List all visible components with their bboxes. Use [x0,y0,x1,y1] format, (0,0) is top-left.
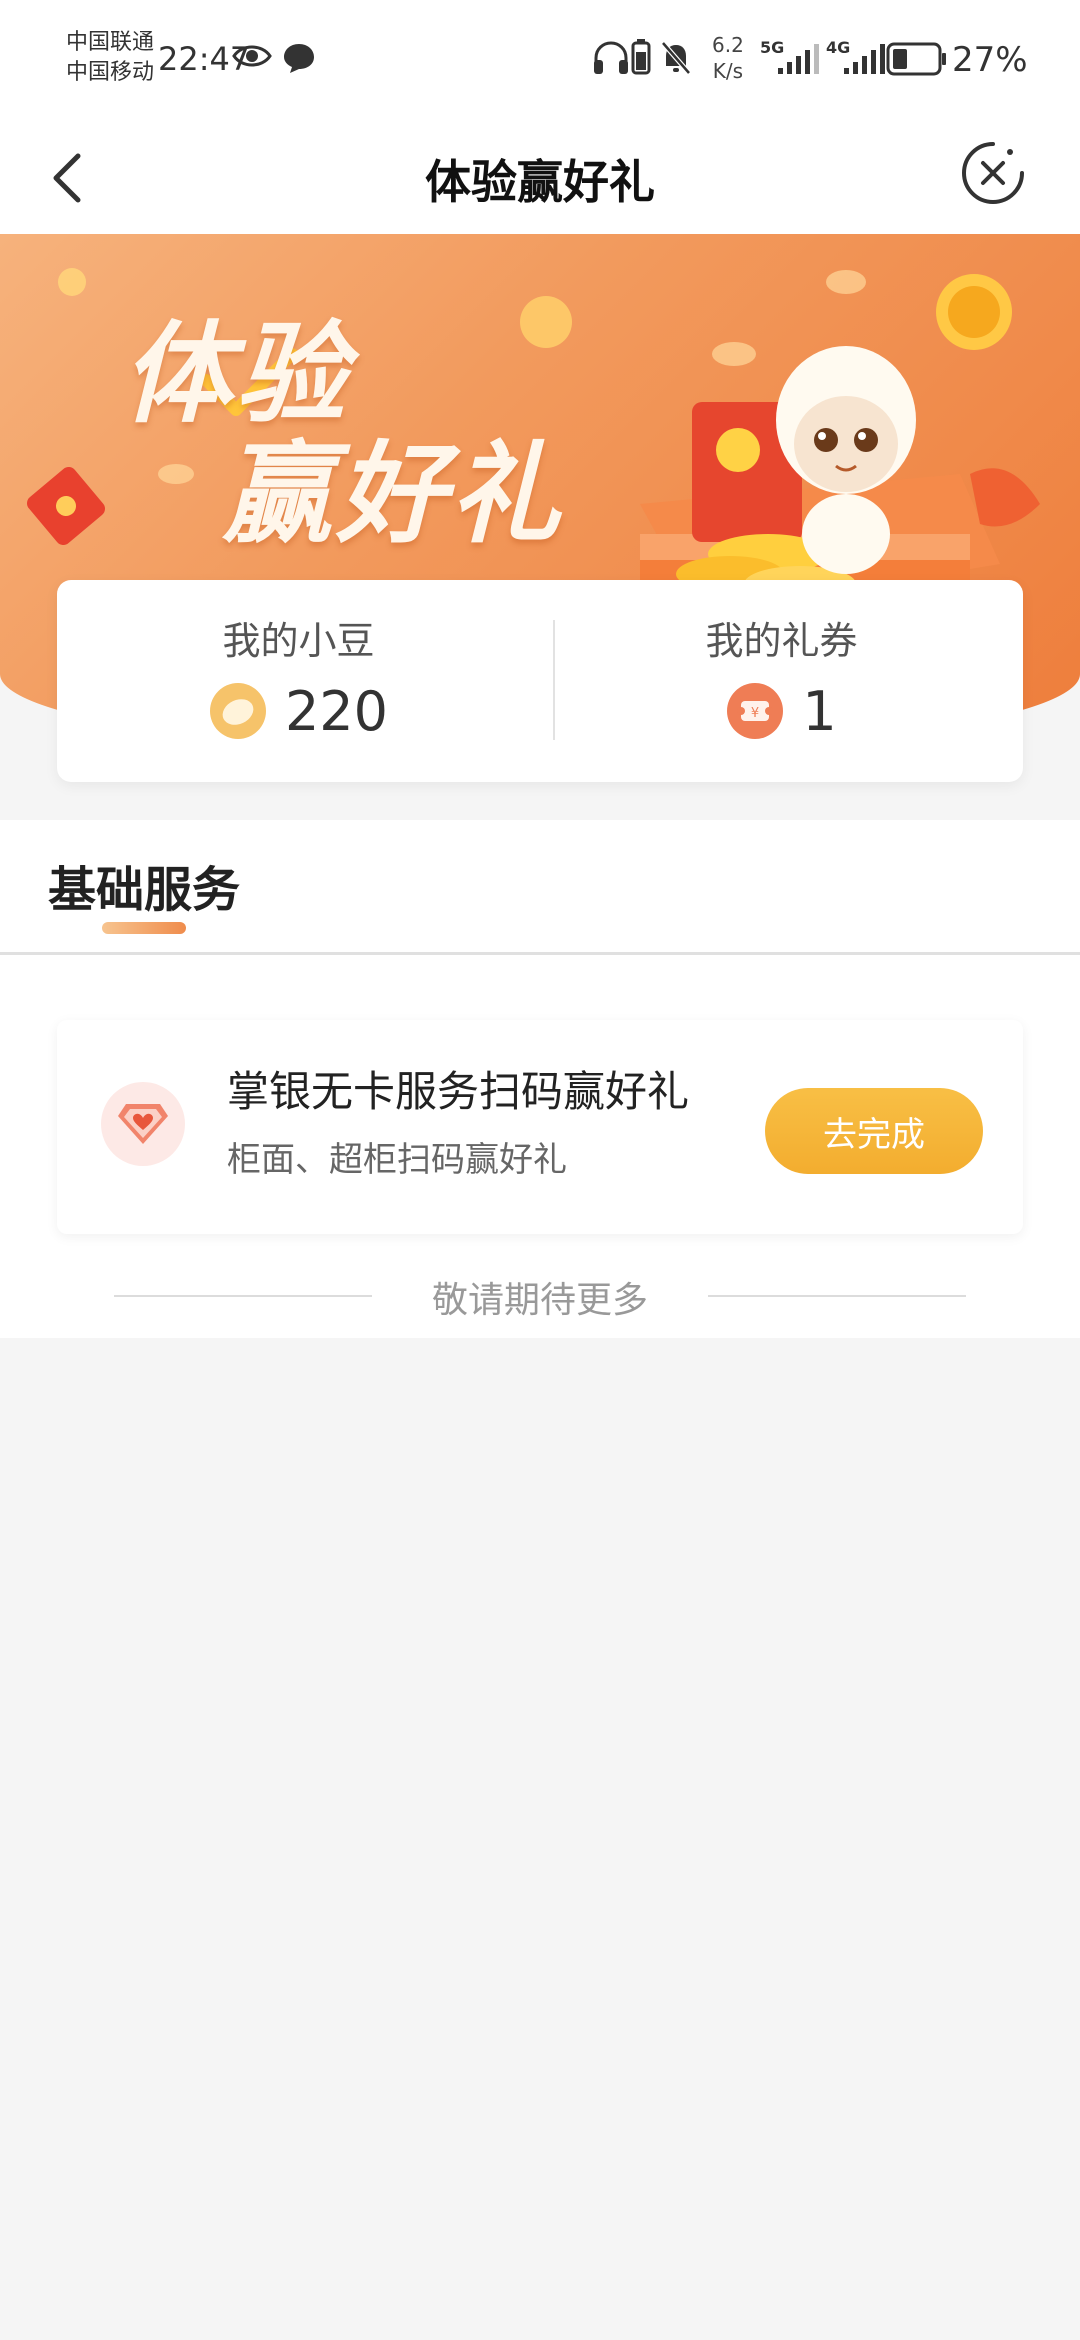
stats-card: 我的小豆 220 我的礼券 ¥ 1 [57,580,1023,782]
section-header: 基础服务 [0,820,1080,956]
battery-icon [886,42,946,76]
coupons-value-row: ¥ 1 [540,676,1023,746]
task-icon [101,1082,185,1166]
section-title[interactable]: 基础服务 [48,850,240,920]
svg-text:¥: ¥ [751,706,759,721]
coupons-label: 我的礼券 [705,619,858,663]
more-coming-text: 敬请期待更多 [431,1280,648,1321]
signal-4g-icon: 4G [826,38,886,78]
beans-stat[interactable]: 我的小豆 220 [57,580,540,782]
page-title: 体验赢好礼 [425,155,655,209]
net-speed: 6.2 K/s [712,32,744,84]
task-title: 掌银无卡服务扫码赢好礼 [227,1067,690,1116]
coupons-value: 1 [802,679,837,743]
task-list: 掌银无卡服务扫码赢好礼 柜面、超柜扫码赢好礼 去完成 敬请期待更多 [0,955,1080,1338]
task-card[interactable]: 掌银无卡服务扫码赢好礼 柜面、超柜扫码赢好礼 去完成 [57,1020,1023,1234]
signal-5g-icon: 5G [760,38,820,78]
diamond-heart-icon [118,1104,168,1144]
more-coming-row: 敬请期待更多 [0,1265,1080,1325]
carrier-2: 中国移动 [66,60,155,85]
close-circle-icon[interactable] [958,138,1028,208]
beans-value-row: 220 [57,676,540,746]
section-underline [102,922,186,934]
beans-value: 220 [284,679,389,743]
headphones-icon [594,41,628,74]
banner-title-line2: 赢好礼 [222,430,564,558]
coupon-icon: ¥ [727,683,784,739]
task-subtitle: 柜面、超柜扫码赢好礼 [227,1140,567,1180]
chat-bubble-icon [284,44,314,73]
status-bar: 中国联通 中国移动 22:47 6.2 K/s 5G 4G 27% [0,0,1080,120]
go-complete-button[interactable]: 去完成 [765,1088,983,1174]
carrier-names: 中国联通 中国移动 [66,28,154,88]
bean-icon [209,683,266,739]
bell-muted-icon [661,41,691,75]
net-speed-value: 6.2 [712,33,744,57]
coupons-stat[interactable]: 我的礼券 ¥ 1 [540,580,1023,782]
more-divider-right [708,1295,966,1297]
title-bar: 体验赢好礼 [0,120,1080,234]
eye-icon [232,45,272,67]
battery-percent: 27% [952,40,1028,80]
carrier-1: 中国联通 [66,30,155,55]
vibrate-battery-icon [631,39,651,75]
page: 中国联通 中国移动 22:47 6.2 K/s 5G 4G 27% 体验赢好礼 … [0,0,1080,2340]
net-speed-unit: K/s [712,59,744,83]
beans-label: 我的小豆 [222,619,375,663]
